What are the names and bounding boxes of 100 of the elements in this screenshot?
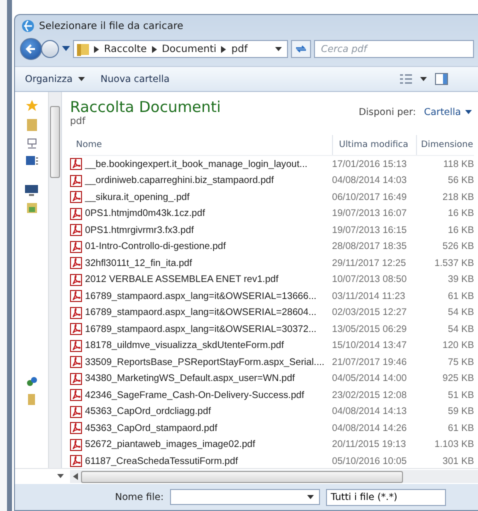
pdf-file-icon [70, 438, 82, 451]
arrange-label: Disponi per: [358, 107, 416, 118]
table-cell-text: 06/10/2017 16:49 [331, 192, 408, 203]
caret-icon [465, 110, 472, 115]
pdf-file-icon [70, 306, 82, 319]
file-name[interactable]: __be.bookingexpert.it_book_manage_login_layout... [85, 158, 328, 170]
chevron-icon [152, 46, 157, 52]
file-name[interactable]: 45363_CapOrd_stampaord.pdf [85, 422, 328, 434]
caret-icon[interactable] [275, 46, 282, 52]
folder-icon[interactable] [26, 203, 36, 213]
star-icon[interactable] [26, 100, 38, 112]
table-cell-text: 61 KB [446, 422, 474, 434]
table-cell-text: 15/10/2014 13:47 [331, 340, 408, 352]
table-cell-text: 19/07/2013 16:15 [331, 224, 408, 236]
table-cell-text: 1.103 KB [434, 439, 474, 450]
caret-icon[interactable] [62, 46, 70, 52]
table-cell-text: 54 KB [446, 307, 474, 318]
address-bar[interactable]: Raccolte Documenti pdf [73, 40, 288, 58]
breadcrumb[interactable]: Raccolte [104, 44, 147, 54]
pdf-file-icon [70, 274, 82, 286]
column-header[interactable]: Nome [70, 135, 332, 155]
view-list-icon[interactable] [400, 74, 412, 84]
file-name[interactable]: 52672_piantaweb_images_image02.pdf [85, 439, 328, 450]
table-cell-text: 59 KB [446, 406, 474, 418]
toolbar-button[interactable]: Organizza [21, 72, 89, 86]
breadcrumb[interactable]: Documenti [162, 44, 216, 54]
breadcrumb[interactable]: pdf [231, 44, 248, 54]
table-cell-text: 218 KB [442, 192, 474, 203]
preview-pane-icon[interactable] [435, 73, 448, 85]
table-cell-text: 301 KB [442, 456, 474, 467]
table-cell-text: 23/02/2015 12:08 [331, 390, 408, 401]
file-name[interactable]: 16789_stampaord.aspx_lang=it&OWSERIAL=13666... [85, 290, 328, 302]
table-cell-text: 21/07/2017 19:46 [331, 356, 408, 368]
pdf-file-icon [70, 158, 82, 170]
pdf-file-icon [70, 290, 82, 302]
file-name[interactable]: 42346_SageFrame_Cash-On-Delivery-Success.pdf [85, 390, 328, 401]
arrange-dropdown[interactable]: Cartella [422, 105, 474, 120]
table-cell-text: 04/08/2014 14:13 [331, 406, 408, 418]
search-field[interactable]: Cerca pdf [314, 40, 474, 58]
caret-icon[interactable] [57, 474, 64, 479]
table-cell-text: 20/11/2015 19:13 [331, 439, 407, 450]
table-cell-text: 118 KB [442, 158, 474, 170]
column-header[interactable]: Ultima modifica [332, 135, 416, 155]
caret-icon[interactable] [306, 494, 314, 500]
file-name[interactable]: __ordiniweb.caparreghini.biz_stampaord.pdf [85, 175, 328, 186]
globe-icon [21, 19, 35, 33]
file-name[interactable]: 16789_stampaord.aspx_lang=it&OWSERIAL=30372... [85, 324, 328, 335]
file-name[interactable]: 2012 VERBALE ASSEMBLEA ENET rev1.pdf [85, 274, 328, 286]
table-cell-text: 56 KB [446, 175, 474, 186]
chevron-icon [221, 46, 226, 52]
file-name[interactable]: 0PS1.htmjmd0m43k.1cz.pdf [85, 208, 328, 220]
pdf-file-icon [70, 208, 82, 220]
scrollbar[interactable] [70, 470, 478, 483]
table-cell-text: 04/08/2014 14:26 [331, 422, 408, 434]
file-name[interactable]: 33509_ReportsBase_PSReportStayForm.aspx_Serial.... [85, 356, 328, 368]
table-cell-text: 925 KB [442, 373, 474, 384]
column-header[interactable]: Dimensione [416, 135, 474, 155]
file-name[interactable]: 16789_stampaord.aspx_lang=it&OWSERIAL=28604... [85, 307, 328, 318]
scrollbar[interactable] [48, 92, 61, 468]
table-cell-text: 75 KB [446, 356, 474, 368]
table-cell-text: 39 KB [446, 274, 474, 286]
window-title: Selezionare il file da caricare [39, 20, 184, 32]
table-cell-text: 19/07/2013 16:07 [331, 208, 408, 220]
refresh-button[interactable] [291, 40, 311, 58]
pdf-file-icon [70, 323, 82, 336]
table-cell-text: 1.537 KB [434, 258, 474, 269]
library-title: Raccolta Documenti [70, 98, 222, 116]
pdf-file-icon [70, 356, 82, 368]
filename-field[interactable] [170, 489, 320, 505]
refresh-icon [295, 44, 307, 54]
pdf-file-icon [70, 422, 82, 434]
caret-icon [78, 76, 85, 82]
filename-label: Nome file: [115, 492, 164, 502]
table-cell-text: 10/07/2013 08:50 [331, 274, 408, 286]
forward-button[interactable] [41, 40, 59, 58]
file-name[interactable]: 01-Intro-Controllo-di-gestione.pdf [85, 241, 328, 252]
file-name[interactable]: __sikura.it_opening_.pdf [85, 192, 328, 203]
file-name[interactable]: 61187_CreaSchedaTessutiForm.pdf [85, 456, 328, 467]
computer-icon[interactable] [25, 185, 38, 196]
file-name[interactable]: 0PS1.htmrgivrmr3.fx3.pdf [85, 224, 328, 236]
file-name[interactable]: 45363_CapOrd_ordcliagg.pdf [85, 406, 328, 418]
pdf-file-icon [70, 340, 82, 352]
table-cell-text: 28/08/2017 18:35 [331, 241, 408, 252]
table-cell-text: 120 KB [442, 340, 474, 352]
chevron-icon [94, 46, 99, 52]
file-name[interactable]: 18178_uildmve_visualizza_skdUtenteForm.pdf [85, 340, 328, 352]
table-cell-text: 03/11/2014 11:23 [331, 290, 406, 302]
back-arrow-icon [25, 43, 37, 55]
file-type-dropdown[interactable]: Tutti i file (*.*) [326, 488, 446, 506]
back-button[interactable] [20, 38, 42, 60]
caret-icon[interactable] [420, 76, 427, 82]
table-cell-text: 51 KB [446, 390, 474, 401]
pdf-file-icon [70, 372, 82, 385]
table-cell-text: 16 KB [446, 208, 474, 220]
toolbar-button[interactable]: Nuova cartella [96, 72, 174, 86]
library-icon[interactable] [26, 156, 38, 167]
scroll-left-icon[interactable] [73, 473, 78, 480]
file-name[interactable]: 32hfl3011t_12_fin_ita.pdf [85, 258, 328, 269]
pdf-file-icon [70, 257, 82, 270]
file-name[interactable]: 34380_MarketingWS_Default.aspx_user=WN.pdf [85, 373, 328, 384]
